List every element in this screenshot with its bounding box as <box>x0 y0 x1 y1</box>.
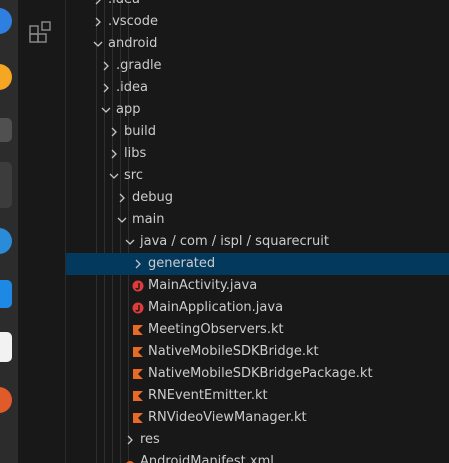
tree-folder-row[interactable]: .idea <box>66 0 449 11</box>
tree-folder-row[interactable]: debug <box>66 187 449 209</box>
chevron-right-icon <box>106 149 122 159</box>
activity-bar <box>18 0 66 463</box>
tree-file-row[interactable]: MainActivity.java <box>66 275 449 297</box>
chevron-right-icon <box>98 61 114 71</box>
tree-folder-row[interactable]: build <box>66 121 449 143</box>
tree-item-label: android <box>108 36 158 51</box>
tree-file-row[interactable]: MeetingObservers.kt <box>66 319 449 341</box>
java-file-icon <box>130 278 146 294</box>
tree-item-label: MeetingObservers.kt <box>148 322 284 337</box>
browser-app-icon[interactable] <box>0 8 12 34</box>
terminal-app-icon[interactable] <box>0 118 12 142</box>
tree-item-label: .idea <box>108 0 140 11</box>
tree-item-label: .idea <box>116 80 148 95</box>
chevron-right-icon <box>114 193 130 203</box>
tree-folder-row[interactable]: res <box>66 429 449 451</box>
tree-folder-row[interactable]: java / com / ispl / squarecruit <box>66 231 449 253</box>
tree-item-label: src <box>124 168 143 183</box>
chevron-right-icon <box>90 0 106 5</box>
tree-file-row[interactable]: MainApplication.java <box>66 297 449 319</box>
document-app-icon[interactable] <box>0 332 12 362</box>
tree-item-label: res <box>140 432 160 447</box>
tree-item-label: RNVideoViewManager.kt <box>148 410 307 425</box>
chevron-down-icon <box>90 39 106 49</box>
vscode-app-icon[interactable] <box>0 162 12 208</box>
chevron-down-icon <box>106 171 122 181</box>
tree-item-label: RNEventEmitter.kt <box>148 388 268 403</box>
tree-item-label: debug <box>132 190 173 205</box>
tree-item-label: NativeMobileSDKBridge.kt <box>148 344 319 359</box>
kotlin-file-icon <box>130 366 146 382</box>
tree-item-label: main <box>132 212 165 227</box>
tree-item-label: .gradle <box>116 58 162 73</box>
chevron-right-icon <box>130 259 146 269</box>
tree-folder-row[interactable]: generated <box>66 253 449 275</box>
tree-item-label: generated <box>148 256 216 271</box>
os-dock <box>0 0 18 463</box>
tree-item-label: libs <box>124 146 147 161</box>
store-app-icon[interactable] <box>0 280 12 308</box>
android-manifest-icon <box>122 454 138 463</box>
chevron-right-icon <box>98 83 114 93</box>
tree-folder-row[interactable]: app <box>66 99 449 121</box>
tree-item-label: java / com / ispl / squarecruit <box>140 234 329 249</box>
tree-item-label: AndroidManifest.xml <box>140 454 274 463</box>
remote-explorer-icon[interactable] <box>28 20 54 46</box>
kotlin-file-icon <box>130 344 146 360</box>
tree-folder-row[interactable]: .vscode <box>66 11 449 33</box>
tree-item-label: NativeMobileSDKBridgePackage.kt <box>148 366 373 381</box>
chat-app-icon[interactable] <box>0 228 12 254</box>
tree-file-row[interactable]: NativeMobileSDKBridgePackage.kt <box>66 363 449 385</box>
tree-folder-row[interactable]: main <box>66 209 449 231</box>
java-file-icon <box>130 300 146 316</box>
tree-file-row[interactable]: NativeMobileSDKBridge.kt <box>66 341 449 363</box>
tree-folder-row[interactable]: .gradle <box>66 55 449 77</box>
tree-item-label: MainApplication.java <box>148 300 284 315</box>
software-app-icon[interactable] <box>0 387 12 413</box>
tree-folder-row[interactable]: src <box>66 165 449 187</box>
chevron-down-icon <box>114 215 130 225</box>
tree-item-label: app <box>116 102 141 117</box>
tree-file-row[interactable]: RNEventEmitter.kt <box>66 385 449 407</box>
tree-item-label: MainActivity.java <box>148 278 258 293</box>
kotlin-file-icon <box>130 322 146 338</box>
explorer-tree: .idea .vscode android .gradle .idea app build l… <box>66 0 449 463</box>
tree-folder-row[interactable]: libs <box>66 143 449 165</box>
tree-file-row[interactable]: AndroidManifest.xml <box>66 451 449 463</box>
kotlin-file-icon <box>130 410 146 426</box>
tree-folder-row[interactable]: .idea <box>66 77 449 99</box>
chevron-right-icon <box>106 127 122 137</box>
chevron-down-icon <box>122 237 138 247</box>
chevron-right-icon <box>90 17 106 27</box>
tree-file-row[interactable]: RNVideoViewManager.kt <box>66 407 449 429</box>
chevron-right-icon <box>122 435 138 445</box>
firefox-app-icon[interactable] <box>0 64 12 90</box>
tree-item-label: build <box>124 124 156 139</box>
chevron-down-icon <box>98 105 114 115</box>
tree-folder-row[interactable]: android <box>66 33 449 55</box>
kotlin-file-icon <box>130 388 146 404</box>
tree-item-label: .vscode <box>108 14 158 29</box>
